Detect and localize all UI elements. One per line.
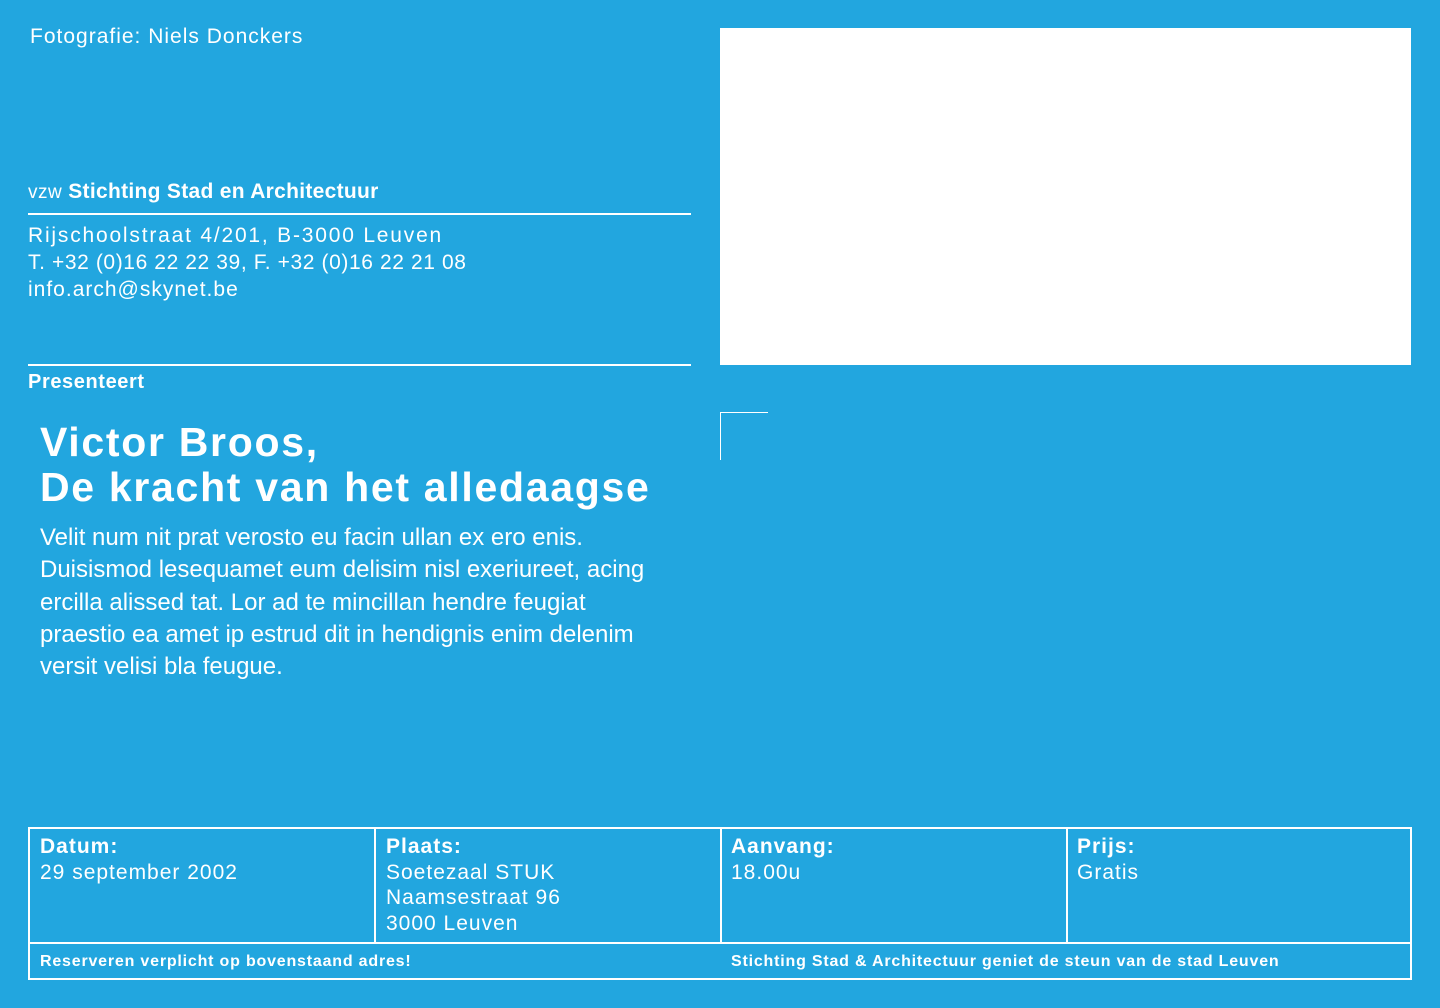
organization-heading: vzw Stichting Stad en Architectuur [28,180,379,204]
organization-email[interactable]: info.arch@skynet.be [28,276,467,303]
place-cell: Plaats: Soetezaal STUK Naamsestraat 96 3… [386,834,561,936]
column-divider [720,829,722,942]
description-line: praestio ea amet ip estrud dit in hendig… [40,620,634,648]
table-divider [30,942,1410,944]
column-divider [374,829,376,942]
price-cell: Prijs: Gratis [1077,834,1139,885]
corner-mark [720,412,768,460]
description-line: Duisismod lesequamet eum delisim nisl ex… [40,556,645,584]
start-cell: Aanvang: 18.00u [731,834,835,885]
place-label: Plaats: [386,835,462,858]
organization-name: Stichting Stad en Architectuur [68,180,379,203]
place-street: Naamsestraat 96 [386,886,561,909]
title-line-2: De kracht van het alledaagse [40,464,651,510]
date-cell: Datum: 29 september 2002 [40,834,238,885]
divider [28,213,691,215]
address-panel [720,28,1411,365]
postcard: { "photo_credit": "Fotografie: Niels Don… [0,0,1440,1008]
price-value: Gratis [1077,860,1140,884]
page-title: Victor Broos, De kracht van het alledaag… [40,420,650,510]
start-value: 18.00u [731,860,802,884]
photo-credit: Fotografie: Niels Donckers [30,25,304,48]
price-label: Prijs: [1077,835,1136,858]
date-label: Datum: [40,835,119,858]
title-line-1: Victor Broos, [40,419,319,465]
sponsor-note: Stichting Stad & Architectuur geniet de … [731,953,1280,970]
reservation-note: Reserveren verplicht op bovenstaand adre… [40,953,412,970]
place-city: 3000 Leuven [386,911,519,935]
column-divider [1066,829,1068,942]
organization-phone-fax: T. +32 (0)16 22 22 39, F. +32 (0)16 22 2… [28,251,467,274]
description: Velit num nit prat verosto eu facin ulla… [40,522,720,683]
date-value: 29 september 2002 [40,860,238,884]
organization-address: Rijschoolstraat 4/201, B-3000 Leuven [28,224,444,247]
description-line: Velit num nit prat verosto eu facin ulla… [40,524,583,551]
description-line: ercilla alissed tat. Lor ad te mincillan… [40,588,586,616]
start-label: Aanvang: [731,835,835,858]
organization-prefix: vzw [28,182,63,203]
place-venue: Soetezaal STUK [386,860,556,884]
event-info-table: Datum: 29 september 2002 Plaats: Soeteza… [28,827,1412,980]
organization-contact: Rijschoolstraat 4/201, B-3000 Leuven T. … [28,222,467,303]
description-line: versit velisi bla feugue. [40,653,283,681]
presents-label: Presenteert [28,371,145,393]
divider [28,364,691,366]
